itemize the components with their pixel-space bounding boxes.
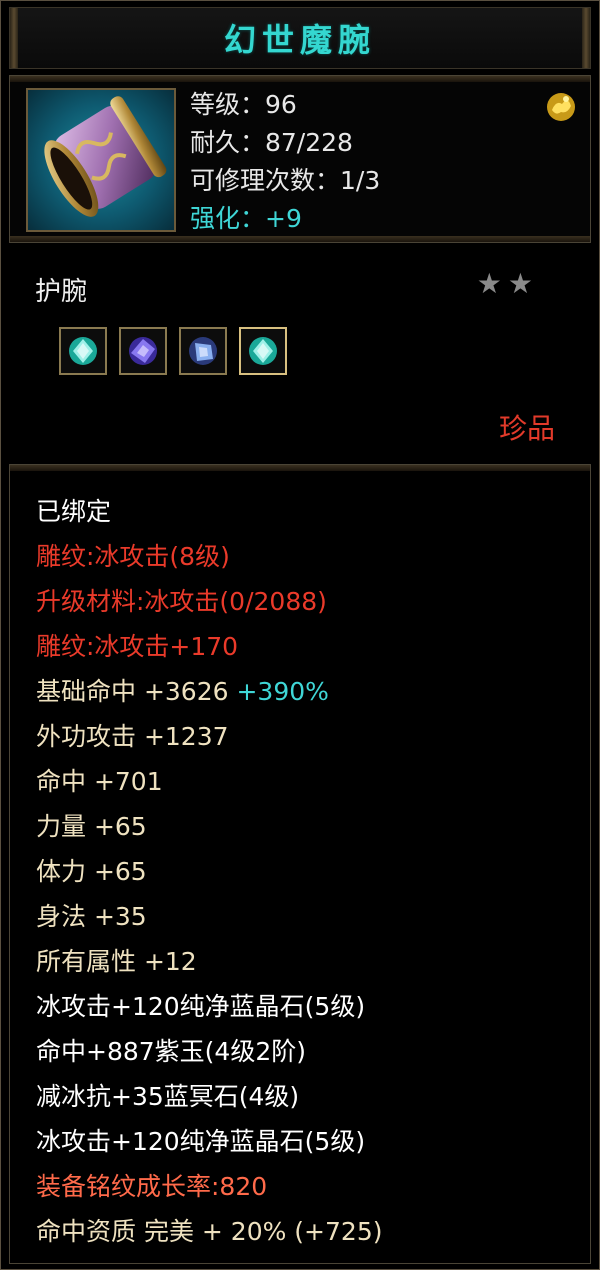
gem-slot [239,327,287,375]
item-summary-panel: 等级：96 耐久：87/228 可修理次数：1/3 强化：+9 [9,75,591,243]
attribute-list: 已绑定 雕纹:冰攻击(8级) 升级材料:冰攻击(0/2088) 雕纹:冰攻击+1… [36,489,382,1254]
engraving-line: 雕纹:冰攻击(8级) [36,542,230,571]
attribute-text: 基础命中 +3626 [36,677,229,706]
gem-slot [119,327,167,375]
engraving-bonus-line: 雕纹:冰攻击+170 [36,632,239,661]
item-type-section: 护腕 ★★ 珍品 [9,245,591,461]
title-bar: 幻世魔腕 [9,7,591,69]
panel-rim-top [10,465,590,471]
gem-slots [59,327,287,375]
attribute-line: 身法 +35 [36,902,147,931]
item-stats: 等级：96 耐久：87/228 可修理次数：1/3 强化：+9 [190,86,380,238]
attribute-line: 外功攻击 +1237 [36,722,229,751]
gem-attribute-line: 命中+887紫玉(4级2阶) [36,1037,306,1066]
level-text: 等级：96 [190,90,297,119]
bracer-icon [44,96,167,217]
growth-rate-line: 装备铭纹成长率:820 [36,1172,268,1201]
gem-attribute-line: 冰攻击+120纯净蓝晶石(5级) [36,1127,366,1156]
item-type: 护腕 [35,277,88,307]
gem-attribute-line: 冰攻击+120纯净蓝晶石(5级) [36,992,366,1021]
panel-rim-top [10,76,590,82]
attribute-line: 所有属性 +12 [36,947,197,976]
aptitude-line: 命中资质 完美 + 20% (+725) [36,1217,383,1246]
gem-attribute-line: 减冰抗+35蓝冥石(4级) [36,1082,300,1111]
star-rating: ★★ [476,267,539,300]
attribute-panel: 已绑定 雕纹:冰攻击(8级) 升级材料:冰攻击(0/2088) 雕纹:冰攻击+1… [9,464,591,1264]
blue-gem-icon [189,337,217,365]
gold-badge-icon [544,90,578,124]
gem-slot [179,327,227,375]
durability-text: 耐久：87/228 [190,128,353,157]
cyan-gem-icon [69,337,97,365]
item-tooltip: 幻世魔腕 等级：96 耐久：87/228 可修理次数：1/3 强化：+9 护腕 … [0,0,600,1270]
attribute-line: 体力 +65 [36,857,147,886]
enhance-text: 强化：+9 [190,204,302,233]
purple-gem-icon [129,337,157,365]
attribute-percent: +390% [236,677,329,706]
repair-count-text: 可修理次数：1/3 [190,166,381,195]
gem-slot [59,327,107,375]
attribute-line: 力量 +65 [36,812,147,841]
cyan-gem-icon [249,337,277,365]
item-name: 幻世魔腕 [223,21,376,59]
upgrade-material-line: 升级材料:冰攻击(0/2088) [36,587,327,616]
item-icon [26,88,176,232]
rarity-label: 珍品 [498,412,555,445]
attribute-line: 命中 +701 [36,767,163,796]
attribute-line: 基础命中 +3626 +390% [36,669,382,714]
bound-status: 已绑定 [36,497,112,526]
